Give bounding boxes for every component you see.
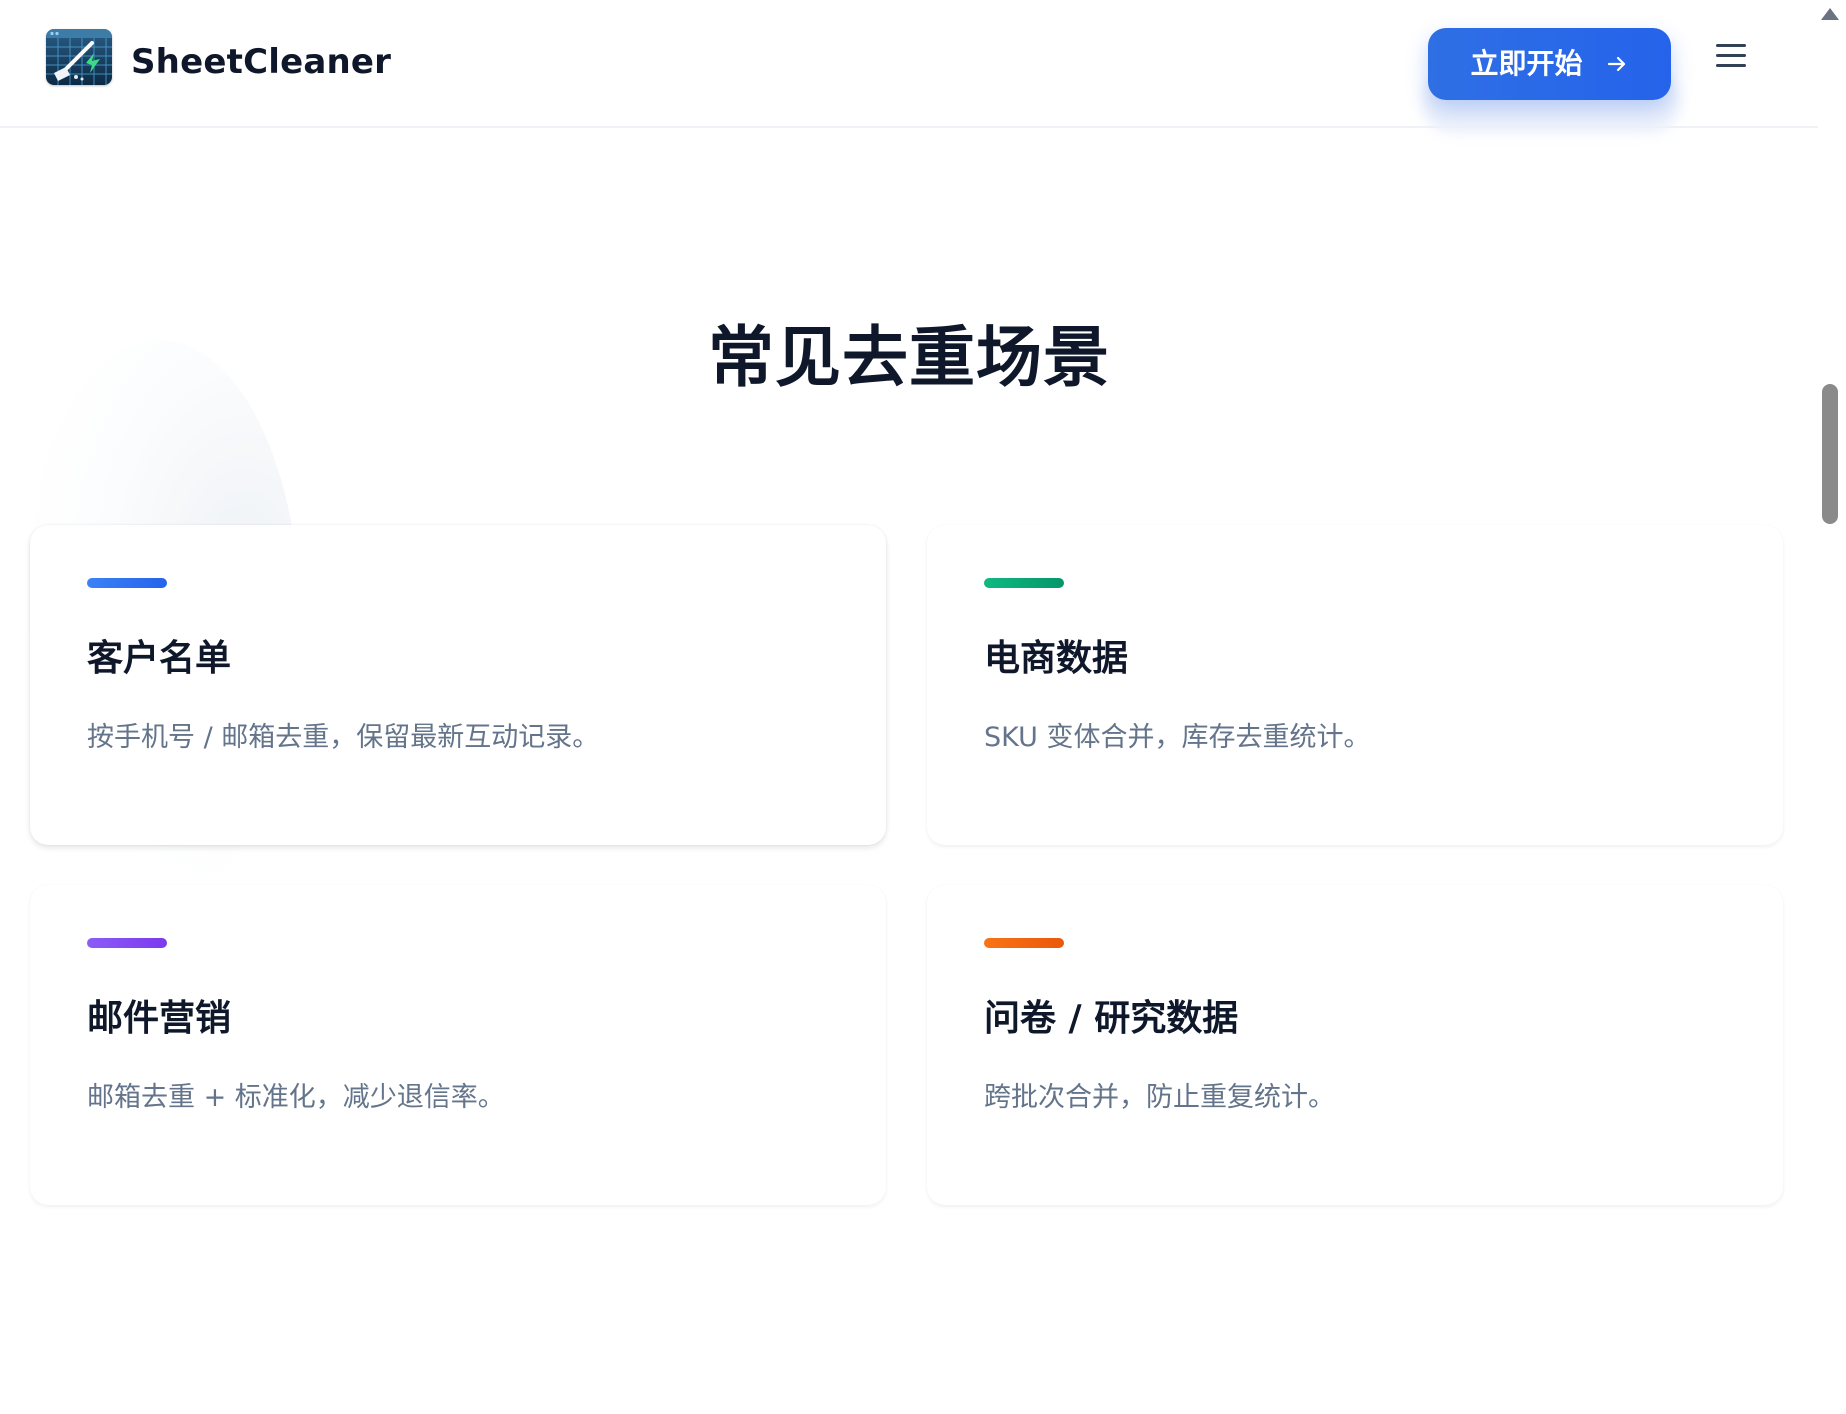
card-accent-bar bbox=[984, 938, 1064, 948]
card-description: 邮箱去重 + 标准化，减少退信率。 bbox=[87, 1082, 505, 1113]
card-description: SKU 变体合并，库存去重统计。 bbox=[984, 722, 1371, 753]
scroll-up-arrow-icon[interactable] bbox=[1821, 8, 1839, 20]
card-accent-bar bbox=[984, 578, 1064, 588]
card-description: 跨批次合并，防止重复统计。 bbox=[984, 1082, 1335, 1113]
get-started-button[interactable]: 立即开始 bbox=[1428, 28, 1671, 100]
card-title: 客户名单 bbox=[87, 638, 232, 679]
sheetcleaner-logo-icon[interactable] bbox=[46, 29, 112, 85]
scenario-card-ecommerce-data[interactable]: 电商数据 SKU 变体合并，库存去重统计。 bbox=[927, 525, 1783, 845]
section-title: 常见去重场景 bbox=[708, 319, 1110, 396]
brand-name[interactable]: SheetCleaner bbox=[131, 42, 391, 82]
scenario-card-customer-list[interactable]: 客户名单 按手机号 / 邮箱去重，保留最新互动记录。 bbox=[30, 525, 886, 845]
site-header: SheetCleaner 立即开始 bbox=[0, 0, 1818, 134]
card-title: 问卷 / 研究数据 bbox=[984, 998, 1239, 1039]
vertical-scrollbar[interactable] bbox=[1818, 0, 1846, 1414]
card-accent-bar bbox=[87, 578, 167, 588]
scenario-card-email-marketing[interactable]: 邮件营销 邮箱去重 + 标准化，减少退信率。 bbox=[30, 885, 886, 1205]
scrollbar-thumb[interactable] bbox=[1822, 384, 1838, 524]
card-accent-bar bbox=[87, 938, 167, 948]
card-title: 电商数据 bbox=[984, 638, 1129, 679]
card-description: 按手机号 / 邮箱去重，保留最新互动记录。 bbox=[87, 722, 600, 753]
card-title: 邮件营销 bbox=[87, 998, 232, 1039]
hamburger-menu-icon[interactable] bbox=[1716, 42, 1748, 70]
get-started-label: 立即开始 bbox=[1470, 47, 1583, 80]
arrow-right-icon bbox=[1605, 52, 1629, 76]
scenario-card-survey-research-data[interactable]: 问卷 / 研究数据 跨批次合并，防止重复统计。 bbox=[927, 885, 1783, 1205]
